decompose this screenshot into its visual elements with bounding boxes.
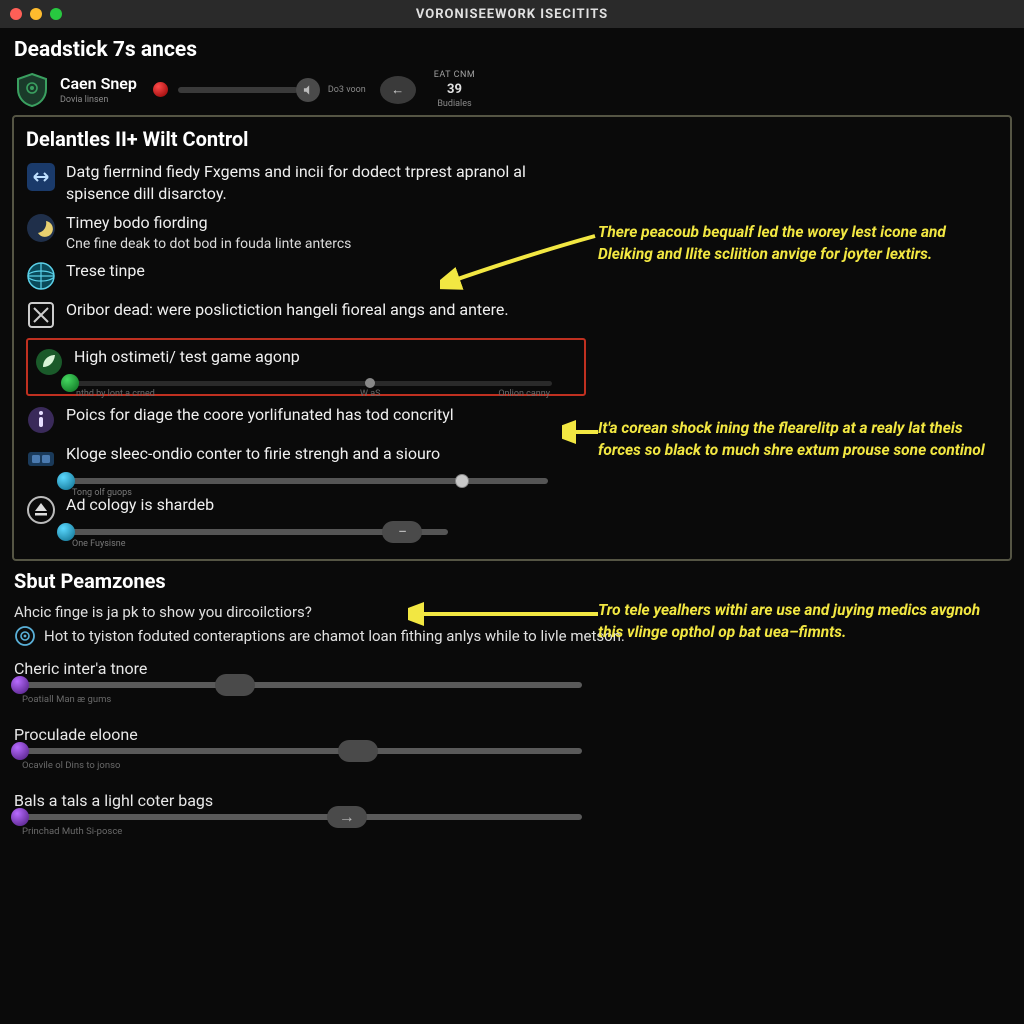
callout-3: Tro tele yealhers withi are use and juyi… (598, 600, 998, 643)
crest-icon (14, 72, 50, 108)
ad-cology-slider[interactable]: − One Fuysisne (68, 529, 448, 535)
globe-icon (26, 261, 56, 291)
minimize-window-button[interactable] (30, 8, 42, 20)
option-label: Oribor dead: were poslictiction hangeli … (66, 299, 509, 321)
slider-sub: One Fuysisne (72, 539, 126, 549)
callout-2: It'a corean shock ining the flearelitp a… (598, 418, 998, 461)
option-label: Datg fierrnind fiedy Fxgems and incii fo… (66, 161, 586, 204)
info-text: Hot to tyiston foduted conteraptions are… (44, 627, 625, 645)
header-item-sub: Dovia linsen (60, 95, 137, 105)
slider-sub-left: nthd by lont a crned (76, 389, 155, 399)
header-slider-label: Do3 voon (328, 85, 366, 95)
lower-slider-1[interactable]: Cheric inter'a tnore Poatiall Man æ gums (14, 659, 1010, 705)
slider-right-label: Onlion canny (498, 389, 550, 399)
traffic-lights (10, 8, 62, 20)
slider-sub: Ocavile ol Dins to jonso (22, 760, 1010, 771)
arrow-left-icon: ← (380, 76, 416, 104)
slider-mid-label: W aS (360, 389, 380, 399)
option-label: High ostimeti/ test game agonp (74, 346, 300, 368)
slider-label: Bals a tals a lighl coter bags (14, 791, 1010, 810)
kloge-slider[interactable]: Tong olf guops (68, 478, 548, 484)
close-window-button[interactable] (10, 8, 22, 20)
slider-label: Proculade eloone (14, 725, 1010, 744)
option-label: Trese tinpe (66, 260, 145, 282)
option-label: Kloge sleec-ondio conter to firie streng… (66, 443, 440, 465)
header-row: Caen Snep Dovia linsen Do3 voon ← EAT CN… (14, 70, 1010, 109)
slider-label: Cheric inter'a tnore (14, 659, 1010, 678)
callout-1: There peacoub bequalf led the worey lest… (598, 222, 998, 265)
slider-sub: Princhad Muth Si-posce (22, 826, 1010, 837)
minus-icon: − (382, 521, 422, 543)
titlebar: VORONISEEWORK ISECITITS (0, 0, 1024, 28)
slider-sub: Tong olf guops (72, 488, 132, 498)
slider-thumb (338, 740, 378, 762)
highlight-slider[interactable]: nthd by lont a crned W aS Onlion canny (72, 381, 552, 386)
header-item[interactable]: Caen Snep Dovia linsen (60, 74, 137, 105)
moon-icon (26, 213, 56, 243)
panel-delantles: Delantles II+ Wilt Control Datg fierrnin… (12, 115, 1012, 561)
option-label: Timey bodo fiording (66, 212, 351, 234)
option-row-highlight[interactable]: High ostimeti/ test game agonp (34, 346, 578, 377)
slider-start-dot (11, 808, 29, 826)
lower-slider-3[interactable]: Bals a tals a lighl coter bags → Princha… (14, 791, 1010, 837)
cross-box-icon (26, 300, 56, 330)
header-item-label: Caen Snep (60, 74, 137, 93)
device-icon (26, 444, 56, 474)
arrows-icon (26, 162, 56, 192)
option-row[interactable]: Datg fierrnind fiedy Fxgems and incii fo… (26, 161, 998, 204)
option-sub: Cne fine deak to dot bod in fouda linte … (66, 236, 351, 252)
header-cap-value: EAT CNM 39 Budiales (434, 70, 475, 109)
slider-sub: Poatiall Man æ gums (22, 694, 1010, 705)
mute-icon (296, 78, 320, 102)
lower-slider-2[interactable]: Proculade eloone Ocavile ol Dins to jons… (14, 725, 1010, 771)
leaf-icon (34, 347, 64, 377)
section-title-deadstick: Deadstick 7s ances (14, 38, 1024, 62)
arrow-right-icon: → (327, 806, 367, 828)
zoom-window-button[interactable] (50, 8, 62, 20)
target-icon (14, 625, 36, 647)
eject-icon (26, 495, 56, 525)
header-slider[interactable]: Do3 voon ← EAT CNM 39 Budiales (153, 70, 475, 109)
panel-title: Delantles II+ Wilt Control (26, 127, 998, 151)
slider-start-dot (11, 742, 29, 760)
highlight-box: High ostimeti/ test game agonp nthd by l… (26, 338, 586, 396)
slider-thumb (215, 674, 255, 696)
section-title-sbut: Sbut Peamzones (14, 569, 1010, 593)
header-cap-back[interactable]: ← (380, 76, 416, 104)
window-title: VORONISEEWORK ISECITITS (0, 7, 1024, 22)
option-label: Poics for diage the coore yorlifunated h… (66, 404, 454, 426)
option-row[interactable]: Ad cology is shardeb (26, 494, 998, 525)
slider-start-dot (11, 676, 29, 694)
red-dot-icon (153, 82, 168, 97)
option-row[interactable]: Oribor dead: were poslictiction hangeli … (26, 299, 998, 330)
info-icon (26, 405, 56, 435)
